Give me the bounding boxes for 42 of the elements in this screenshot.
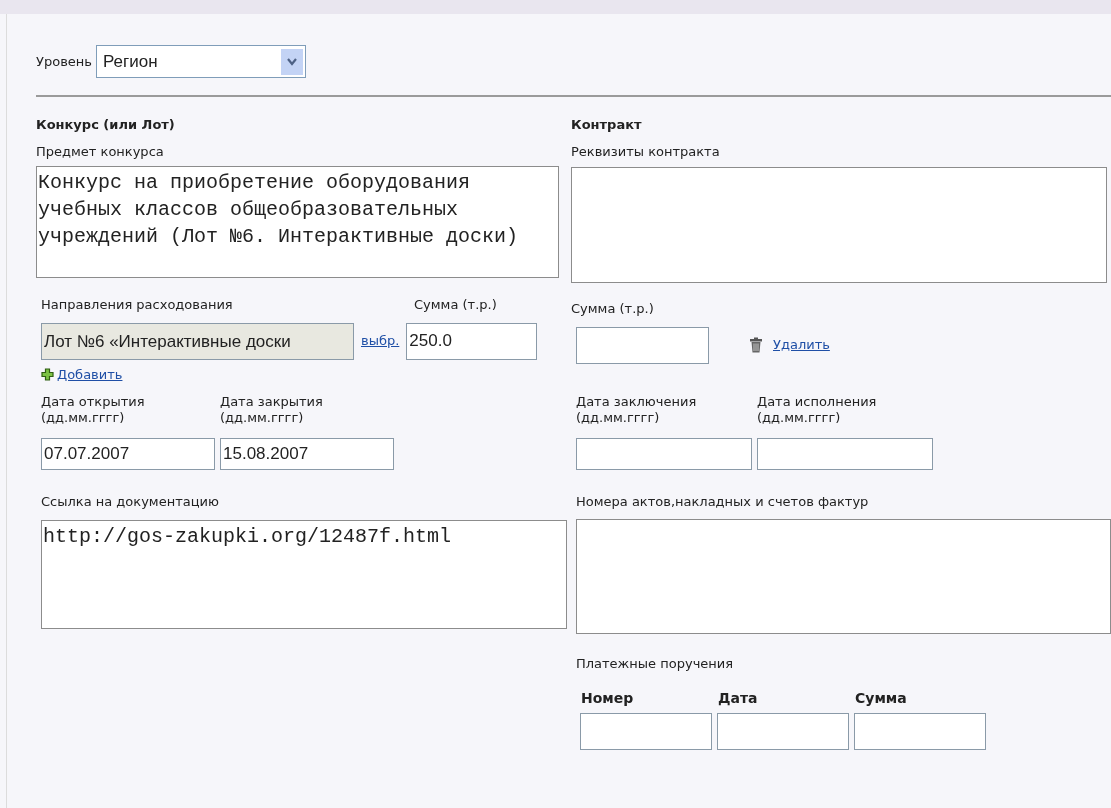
field-label: Направления расходования	[41, 296, 234, 314]
field-label: Номера актов,накладных и счетов фактур	[575, 492, 870, 511]
field-label: Предмет конкурса	[36, 142, 165, 161]
level-select[interactable]: Регион	[95, 45, 306, 78]
text-area[interactable]	[571, 167, 1107, 283]
choose-link[interactable]: выбр.	[361, 331, 400, 351]
input-field[interactable]: 250.0	[406, 322, 538, 360]
input-field[interactable]: 15.08.2007	[220, 438, 394, 470]
delete-link[interactable]: Удалить	[773, 335, 830, 355]
level-label: Уровень	[36, 52, 92, 71]
input-field[interactable]	[580, 712, 712, 750]
add-link[interactable]: Добавить	[57, 364, 123, 384]
add-icon	[41, 367, 54, 381]
column-heading: Дата	[717, 688, 759, 708]
input-field[interactable]	[854, 712, 986, 750]
field-label: Сумма (т.р.)	[414, 296, 497, 314]
format-hint: (дд.мм.гггг)	[757, 409, 842, 426]
format-hint: (дд.мм.гггг)	[220, 410, 305, 426]
field-label: Реквизиты контракта	[571, 142, 721, 161]
field-label: Дата открытия	[41, 394, 146, 410]
input-field[interactable]: 07.07.2007	[41, 438, 215, 470]
column-heading: Сумма	[854, 688, 908, 708]
format-hint: (дд.мм.гггг)	[576, 409, 661, 426]
section-heading: Контракт	[571, 116, 643, 134]
column-heading: Номер	[580, 688, 635, 708]
text-area[interactable]: http://gos-zakupki.org/12487f.html	[41, 519, 567, 629]
field-label: Сумма (т.р.)	[571, 300, 655, 318]
text-area[interactable]: Конкурс на приобретение оборудования учебных классов общеобразовательных учреждений (Лот №6. Интерактивные доски)	[36, 166, 559, 278]
field-label: Дата заключения	[576, 393, 698, 410]
field-label: Дата исполнения	[757, 393, 878, 410]
trash-icon[interactable]	[749, 337, 763, 353]
section-heading: Конкурс (или Лот)	[36, 116, 176, 134]
field-label: Платежные поручения	[575, 655, 735, 673]
input-field[interactable]	[717, 712, 849, 750]
direction-field[interactable]: Лот №6 «Интерактивные доски	[41, 322, 354, 360]
input-field[interactable]	[576, 326, 709, 364]
text-area[interactable]	[576, 519, 1111, 634]
field-label: Ссылка на документацию	[40, 493, 220, 511]
input-field[interactable]	[576, 437, 752, 470]
field-label: Дата закрытия	[220, 394, 324, 410]
format-hint: (дд.мм.гггг)	[41, 410, 126, 426]
input-field[interactable]	[757, 437, 933, 470]
